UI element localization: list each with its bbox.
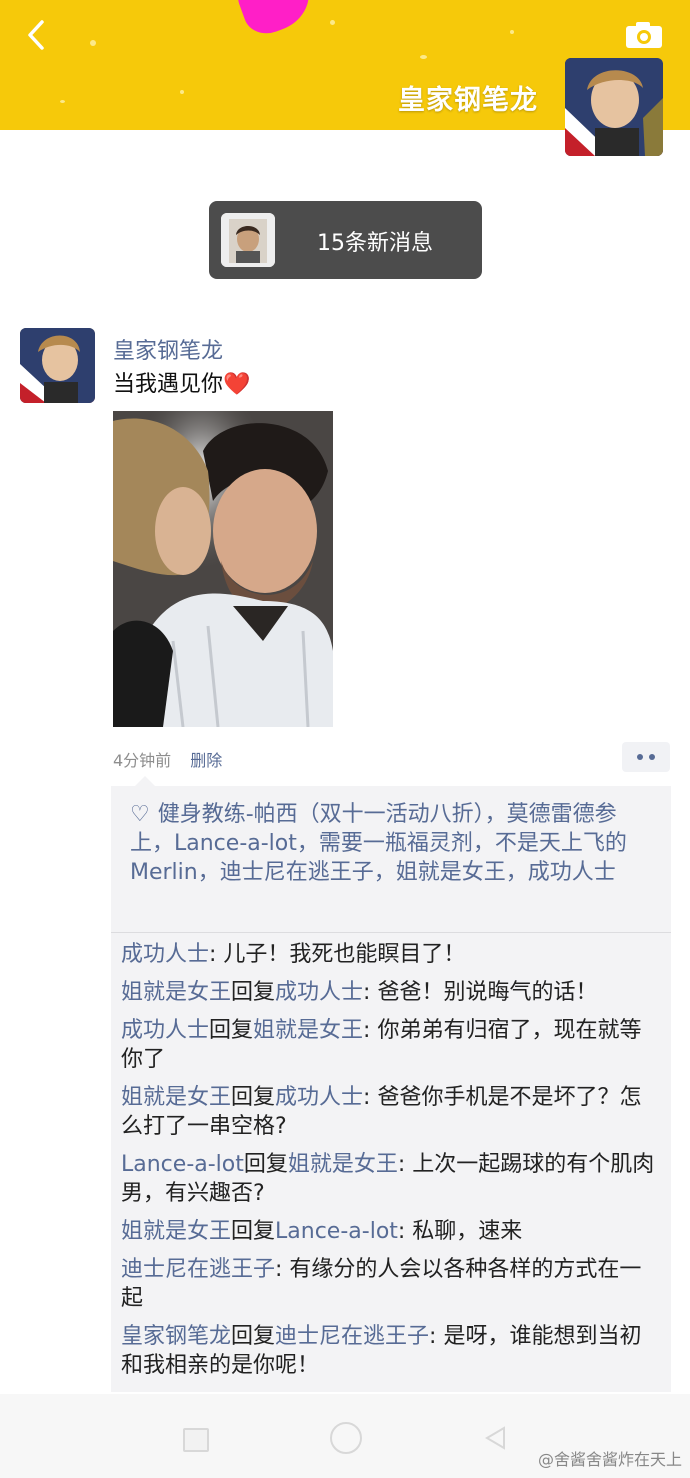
divider	[111, 932, 671, 933]
post-author-avatar[interactable]	[20, 328, 95, 403]
new-messages-notice[interactable]: 15条新消息	[209, 201, 482, 279]
comment-text: : 爸爸！别说晦气的话！	[363, 980, 598, 1005]
comment-row[interactable]: Lance-a-lot回复姐就是女王: 上次一起踢球的有个肌肉男，有兴趣否?	[121, 1150, 661, 1208]
comment-list: 成功人士: 儿子！我死也能瞑目了！ 姐就是女王回复成功人士: 爸爸！别说晦气的话！…	[121, 940, 661, 1389]
avatar-portrait-image	[221, 213, 275, 267]
comment-text: : 私聊，速来	[397, 1219, 523, 1244]
comment-reply-target[interactable]: Lance-a-lot	[275, 1219, 398, 1244]
cover-speck	[510, 30, 514, 34]
cover-magenta-splash	[231, 0, 319, 41]
comment-reply-word: 回复	[209, 1018, 254, 1043]
comment-reply-target[interactable]: 成功人士	[275, 1085, 363, 1110]
post-author-name[interactable]: 皇家钢笔龙	[113, 333, 223, 365]
camera-icon	[626, 22, 662, 48]
comment-row[interactable]: 皇家钢笔龙回复迪士尼在逃王子: 是呀，谁能想到当初和我相亲的是你呢！	[121, 1322, 661, 1380]
post-text: 当我遇见你	[113, 372, 224, 397]
comment-row[interactable]: 成功人士回复姐就是女王: 你弟弟有归宿了，现在就等你了	[121, 1016, 661, 1074]
profile-avatar[interactable]	[565, 58, 663, 156]
triangle-back-icon	[485, 1426, 505, 1450]
new-messages-label: 15条新消息	[317, 231, 433, 256]
comment-author[interactable]: 姐就是女王	[121, 1085, 231, 1110]
comment-text: : 儿子！我死也能瞑目了！	[209, 942, 466, 967]
comment-author[interactable]: 迪士尼在逃王子	[121, 1257, 275, 1282]
comment-author[interactable]: 姐就是女王	[121, 1219, 231, 1244]
delete-link[interactable]: 删除	[190, 751, 222, 770]
more-dots-icon	[637, 754, 643, 760]
likes-comments-panel: ♡ 健身教练-帕西（双十一活动八折），莫德雷德参上，Lance-a-lot，需要一…	[111, 776, 671, 1392]
comment-row[interactable]: 迪士尼在逃王子: 有缘分的人会以各种各样的方式在一起	[121, 1255, 661, 1313]
weibo-watermark: @舍酱舍酱炸在天上	[537, 1450, 682, 1469]
comment-author[interactable]: 皇家钢笔龙	[121, 1324, 231, 1349]
post-content: 当我遇见你❤️	[113, 366, 250, 398]
back-button[interactable]	[22, 18, 52, 52]
comment-reply-target[interactable]: 成功人士	[275, 980, 363, 1005]
comment-reply-word: 回复	[243, 1152, 288, 1177]
comment-reply-word: 回复	[231, 1324, 276, 1349]
comment-author[interactable]: 姐就是女王	[121, 980, 231, 1005]
comment-reply-word: 回复	[231, 1085, 276, 1110]
comment-reply-word: 回复	[231, 980, 276, 1005]
comment-author[interactable]: 成功人士	[121, 1018, 209, 1043]
comment-row[interactable]: 姐就是女王回复Lance-a-lot: 私聊，速来	[121, 1217, 661, 1246]
post-photo-image	[113, 411, 333, 727]
likes-list: ♡ 健身教练-帕西（双十一活动八折），莫德雷德参上，Lance-a-lot，需要一…	[130, 800, 658, 887]
avatar-portrait-image	[565, 58, 663, 156]
camera-button[interactable]	[624, 20, 664, 50]
chevron-left-icon	[28, 20, 44, 50]
comment-row[interactable]: 成功人士: 儿子！我死也能瞑目了！	[121, 940, 661, 969]
comment-reply-target[interactable]: 姐就是女王	[288, 1152, 398, 1177]
cover-speck	[90, 40, 96, 46]
comment-reply-target[interactable]: 迪士尼在逃王子	[275, 1324, 429, 1349]
comment-reply-word: 回复	[231, 1219, 276, 1244]
post-meta: 4分钟前 删除	[113, 747, 222, 771]
cover-speck	[180, 90, 184, 94]
avatar-portrait-image	[20, 328, 95, 403]
more-actions-button[interactable]	[622, 742, 670, 772]
cover-speck	[330, 20, 335, 25]
more-dots-icon	[649, 754, 655, 760]
comment-reply-target[interactable]: 姐就是女王	[253, 1018, 363, 1043]
comment-row[interactable]: 姐就是女王回复成功人士: 爸爸！别说晦气的话！	[121, 978, 661, 1007]
system-back-button[interactable]	[484, 1426, 508, 1454]
system-navigation-bar: @舍酱舍酱炸在天上	[0, 1394, 690, 1478]
home-button[interactable]	[330, 1422, 362, 1454]
like-heart-icon: ♡	[130, 802, 150, 827]
cover-speck	[60, 100, 65, 103]
post-time: 4分钟前	[113, 751, 172, 770]
liker-names[interactable]: 健身教练-帕西（双十一活动八折），莫德雷德参上，Lance-a-lot，需要一瓶…	[130, 802, 627, 885]
new-message-avatar	[221, 213, 275, 267]
cover-speck	[420, 55, 427, 59]
post-photo[interactable]	[113, 411, 333, 727]
comment-author[interactable]: 成功人士	[121, 942, 209, 967]
cover-username: 皇家钢笔龙	[398, 85, 538, 116]
heart-emoji-icon: ❤️	[223, 372, 251, 397]
comment-row[interactable]: 姐就是女王回复成功人士: 爸爸你手机是不是坏了？怎么打了一串空格?	[121, 1083, 661, 1141]
comment-author[interactable]: Lance-a-lot	[121, 1152, 244, 1177]
recent-apps-button[interactable]	[183, 1428, 209, 1452]
